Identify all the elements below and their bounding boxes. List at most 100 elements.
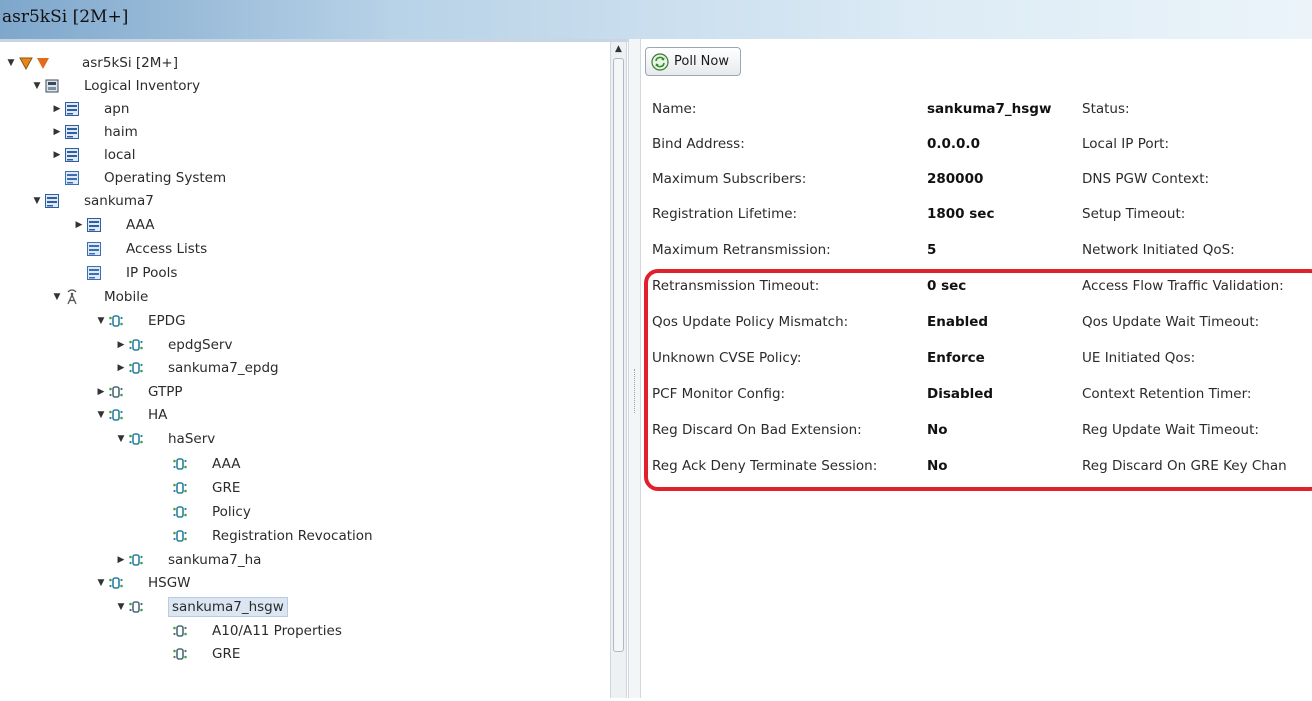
- chevron-down-icon[interactable]: ▼: [96, 572, 106, 594]
- tree-node-haserv-policy[interactable]: Policy: [160, 501, 251, 523]
- tree-node-label: Registration Revocation: [212, 528, 373, 544]
- window-title: asr5kSi [2M+]: [2, 7, 129, 27]
- tree-node-device[interactable]: ▼ asr5kSi [2M+]: [6, 52, 178, 74]
- tree-node-mobile[interactable]: ▼ Mobile: [52, 286, 149, 308]
- tree-node-sankuma7-ha[interactable]: ▶ sankuma7_ha: [116, 549, 262, 571]
- tree-node-haserv[interactable]: ▼ haServ: [116, 428, 216, 450]
- chevron-down-icon[interactable]: ▼: [32, 75, 42, 97]
- tree-node-haim[interactable]: ▶ haim: [52, 121, 138, 143]
- tree-node-ip-pools[interactable]: IP Pools: [74, 262, 177, 284]
- tree-node-hsgw-gre[interactable]: GRE: [160, 643, 240, 665]
- tree-node-label: epdgServ: [168, 337, 233, 353]
- property-label: Retransmission Timeout:: [652, 278, 820, 294]
- context-icon: [64, 147, 80, 163]
- service-icon: [108, 575, 124, 591]
- tree-node-label: sankuma7_hsgw: [168, 597, 288, 617]
- chevron-right-icon[interactable]: ▶: [52, 144, 62, 166]
- gear-service-icon: [172, 623, 188, 639]
- tree-node-label: Mobile: [104, 289, 149, 305]
- chevron-down-icon[interactable]: ▼: [116, 596, 126, 618]
- tree-node-operating-system[interactable]: Operating System: [52, 167, 226, 189]
- chevron-right-icon[interactable]: ▶: [116, 549, 126, 571]
- service-icon: [128, 360, 144, 376]
- property-value: Disabled: [927, 386, 994, 402]
- context-icon: [64, 101, 80, 117]
- scroll-up-arrow-icon[interactable]: ▲: [611, 42, 626, 56]
- property-label: Context Retention Timer:: [1082, 386, 1252, 402]
- tree-node-sankuma7-epdg[interactable]: ▶ sankuma7_epdg: [116, 357, 279, 379]
- tree-node-label: sankuma7: [84, 193, 154, 209]
- tree-node-aaa[interactable]: ▶ AAA: [74, 214, 155, 236]
- property-label: UE Initiated Qos:: [1082, 350, 1196, 366]
- tree-node-a10-a11-properties[interactable]: A10/A11 Properties: [160, 620, 342, 642]
- property-label: Qos Update Policy Mismatch:: [652, 314, 849, 330]
- property-label: Maximum Subscribers:: [652, 171, 807, 187]
- scrollbar-thumb[interactable]: [613, 58, 624, 652]
- tree-node-label: sankuma7_epdg: [168, 360, 279, 376]
- tree-node-label: haim: [104, 124, 138, 140]
- tree-node-label: asr5kSi [2M+]: [82, 55, 178, 71]
- tree-node-sankuma7[interactable]: ▼ sankuma7: [32, 190, 154, 212]
- property-label: Setup Timeout:: [1082, 206, 1186, 222]
- tree-node-logical-inventory[interactable]: ▼ Logical Inventory: [32, 75, 201, 97]
- property-label: DNS PGW Context:: [1082, 171, 1210, 187]
- os-icon: [64, 170, 80, 186]
- context-icon: [64, 124, 80, 140]
- chevron-down-icon[interactable]: ▼: [52, 286, 62, 308]
- chevron-right-icon[interactable]: ▶: [52, 98, 62, 120]
- poll-now-button[interactable]: Poll Now: [645, 47, 741, 76]
- tree-node-label: apn: [104, 101, 130, 117]
- tree-node-ha[interactable]: ▼ HA: [96, 404, 168, 426]
- property-label: Reg Ack Deny Terminate Session:: [652, 458, 878, 474]
- service-icon: [172, 480, 188, 496]
- tree-node-label: HA: [148, 407, 168, 423]
- service-icon: [108, 313, 124, 329]
- tree-node-gtpp[interactable]: ▶ GTPP: [96, 381, 183, 403]
- tree-node-label: A10/A11 Properties: [212, 623, 342, 639]
- chevron-down-icon[interactable]: ▼: [96, 404, 106, 426]
- window-title-bar: asr5kSi [2M+]: [0, 0, 1312, 39]
- chevron-right-icon[interactable]: ▶: [96, 381, 106, 403]
- property-value: 280000: [927, 171, 984, 187]
- property-value: 0 sec: [927, 278, 967, 294]
- device-icon: [18, 55, 34, 71]
- splitter-grip-icon[interactable]: [634, 369, 637, 413]
- property-label: Reg Discard On Bad Extension:: [652, 422, 862, 438]
- tree-node-epdgserv[interactable]: ▶ epdgServ: [116, 334, 233, 356]
- tree-node-label: GRE: [212, 646, 241, 662]
- chevron-down-icon[interactable]: ▼: [6, 52, 16, 74]
- property-label: Maximum Retransmission:: [652, 242, 831, 258]
- service-icon: [128, 337, 144, 353]
- tree-node-access-lists[interactable]: Access Lists: [74, 238, 207, 260]
- property-value: 0.0.0.0: [927, 136, 980, 152]
- inventory-icon: [44, 78, 60, 94]
- list-icon: [86, 241, 102, 257]
- tree-node-haserv-aaa[interactable]: AAA: [160, 453, 240, 475]
- tree-node-apn[interactable]: ▶ apn: [52, 98, 130, 120]
- property-value: 5: [927, 242, 937, 258]
- refresh-icon: [651, 53, 669, 71]
- tree-node-registration-revocation[interactable]: Registration Revocation: [160, 525, 373, 547]
- tree-node-label: EPDG: [148, 313, 186, 329]
- tree-scrollbar[interactable]: ▲: [610, 42, 627, 698]
- tree-node-sankuma7-hsgw[interactable]: ▼ sankuma7_hsgw: [116, 596, 288, 618]
- chevron-right-icon[interactable]: ▶: [74, 214, 84, 236]
- chevron-down-icon[interactable]: ▼: [32, 190, 42, 212]
- chevron-right-icon[interactable]: ▶: [52, 121, 62, 143]
- tree-node-label: IP Pools: [126, 265, 178, 281]
- tree-node-epdg[interactable]: ▼ EPDG: [96, 310, 186, 332]
- tree-node-label: GTPP: [148, 384, 183, 400]
- tree-node-hsgw[interactable]: ▼ HSGW: [96, 572, 191, 594]
- chevron-down-icon[interactable]: ▼: [96, 310, 106, 332]
- antenna-icon: [64, 289, 80, 305]
- tree-node-local[interactable]: ▶ local: [52, 144, 136, 166]
- chevron-right-icon[interactable]: ▶: [116, 357, 126, 379]
- property-value: sankuma7_hsgw: [927, 101, 1052, 117]
- tree-node-label: sankuma7_ha: [168, 552, 262, 568]
- chevron-down-icon[interactable]: ▼: [116, 428, 126, 450]
- poll-now-label: Poll Now: [674, 54, 729, 69]
- tree-node-label: Policy: [212, 504, 251, 520]
- chevron-right-icon[interactable]: ▶: [116, 334, 126, 356]
- tree-node-haserv-gre[interactable]: GRE: [160, 477, 240, 499]
- pane-splitter[interactable]: [628, 39, 641, 698]
